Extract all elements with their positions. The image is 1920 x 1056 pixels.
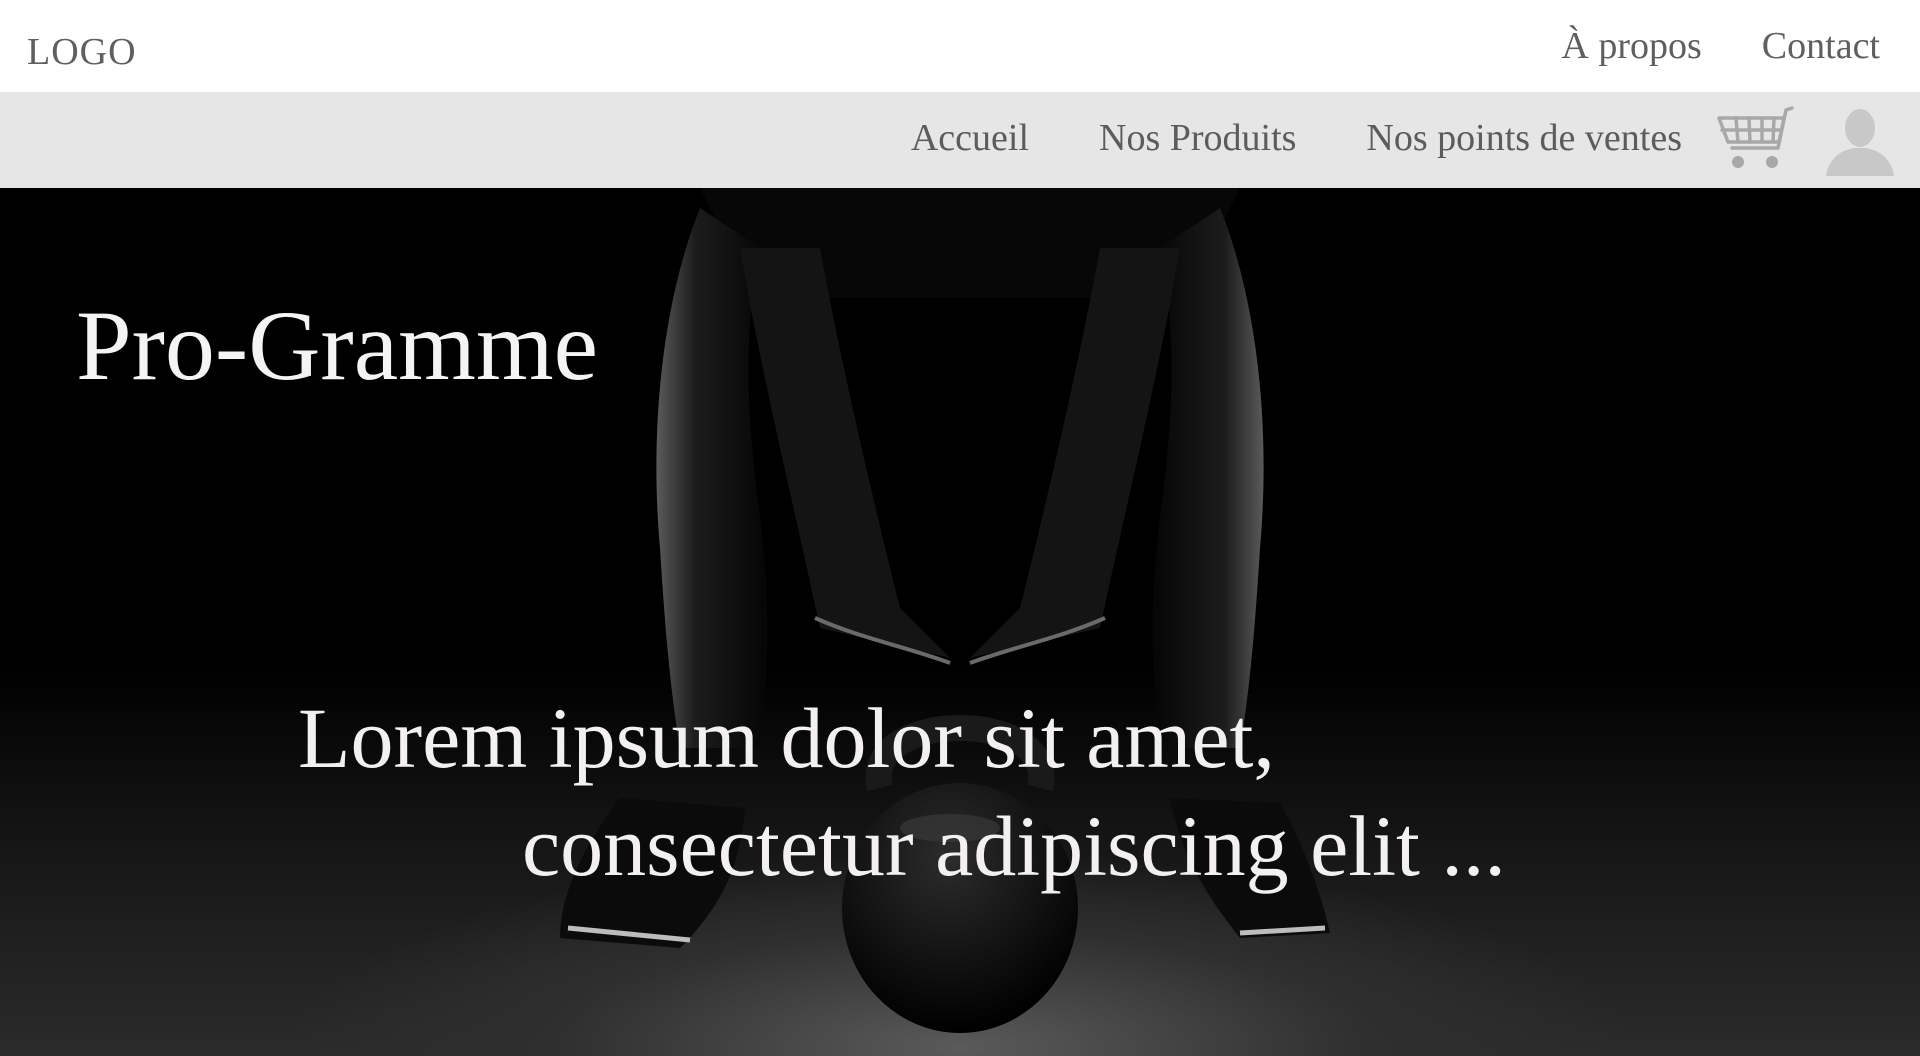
top-header: LOGO À propos Contact: [0, 0, 1920, 92]
contact-link[interactable]: Contact: [1762, 24, 1880, 68]
top-links: À propos Contact: [1561, 24, 1880, 68]
user-avatar-icon[interactable]: [1824, 104, 1896, 176]
hero-tagline-line2: consectetur adipiscing elit ...: [522, 798, 1506, 894]
nav-item-points-de-vente[interactable]: Nos points de ventes: [1366, 116, 1682, 160]
hero-title: Pro-Gramme: [76, 290, 599, 401]
logo[interactable]: LOGO: [27, 30, 137, 74]
main-nav: Accueil Nos Produits Nos points de vente…: [0, 92, 1920, 188]
nav-item-produits[interactable]: Nos Produits: [1099, 116, 1296, 160]
main-nav-links: Accueil Nos Produits Nos points de vente…: [911, 116, 1682, 160]
hero-banner: Pro-Gramme Lorem ipsum dolor sit amet, c…: [0, 188, 1920, 1056]
cart-icon[interactable]: [1716, 104, 1796, 176]
about-link[interactable]: À propos: [1561, 24, 1701, 68]
hero-tagline-line1: Lorem ipsum dolor sit amet,: [298, 690, 1275, 786]
nav-item-accueil[interactable]: Accueil: [911, 116, 1029, 160]
